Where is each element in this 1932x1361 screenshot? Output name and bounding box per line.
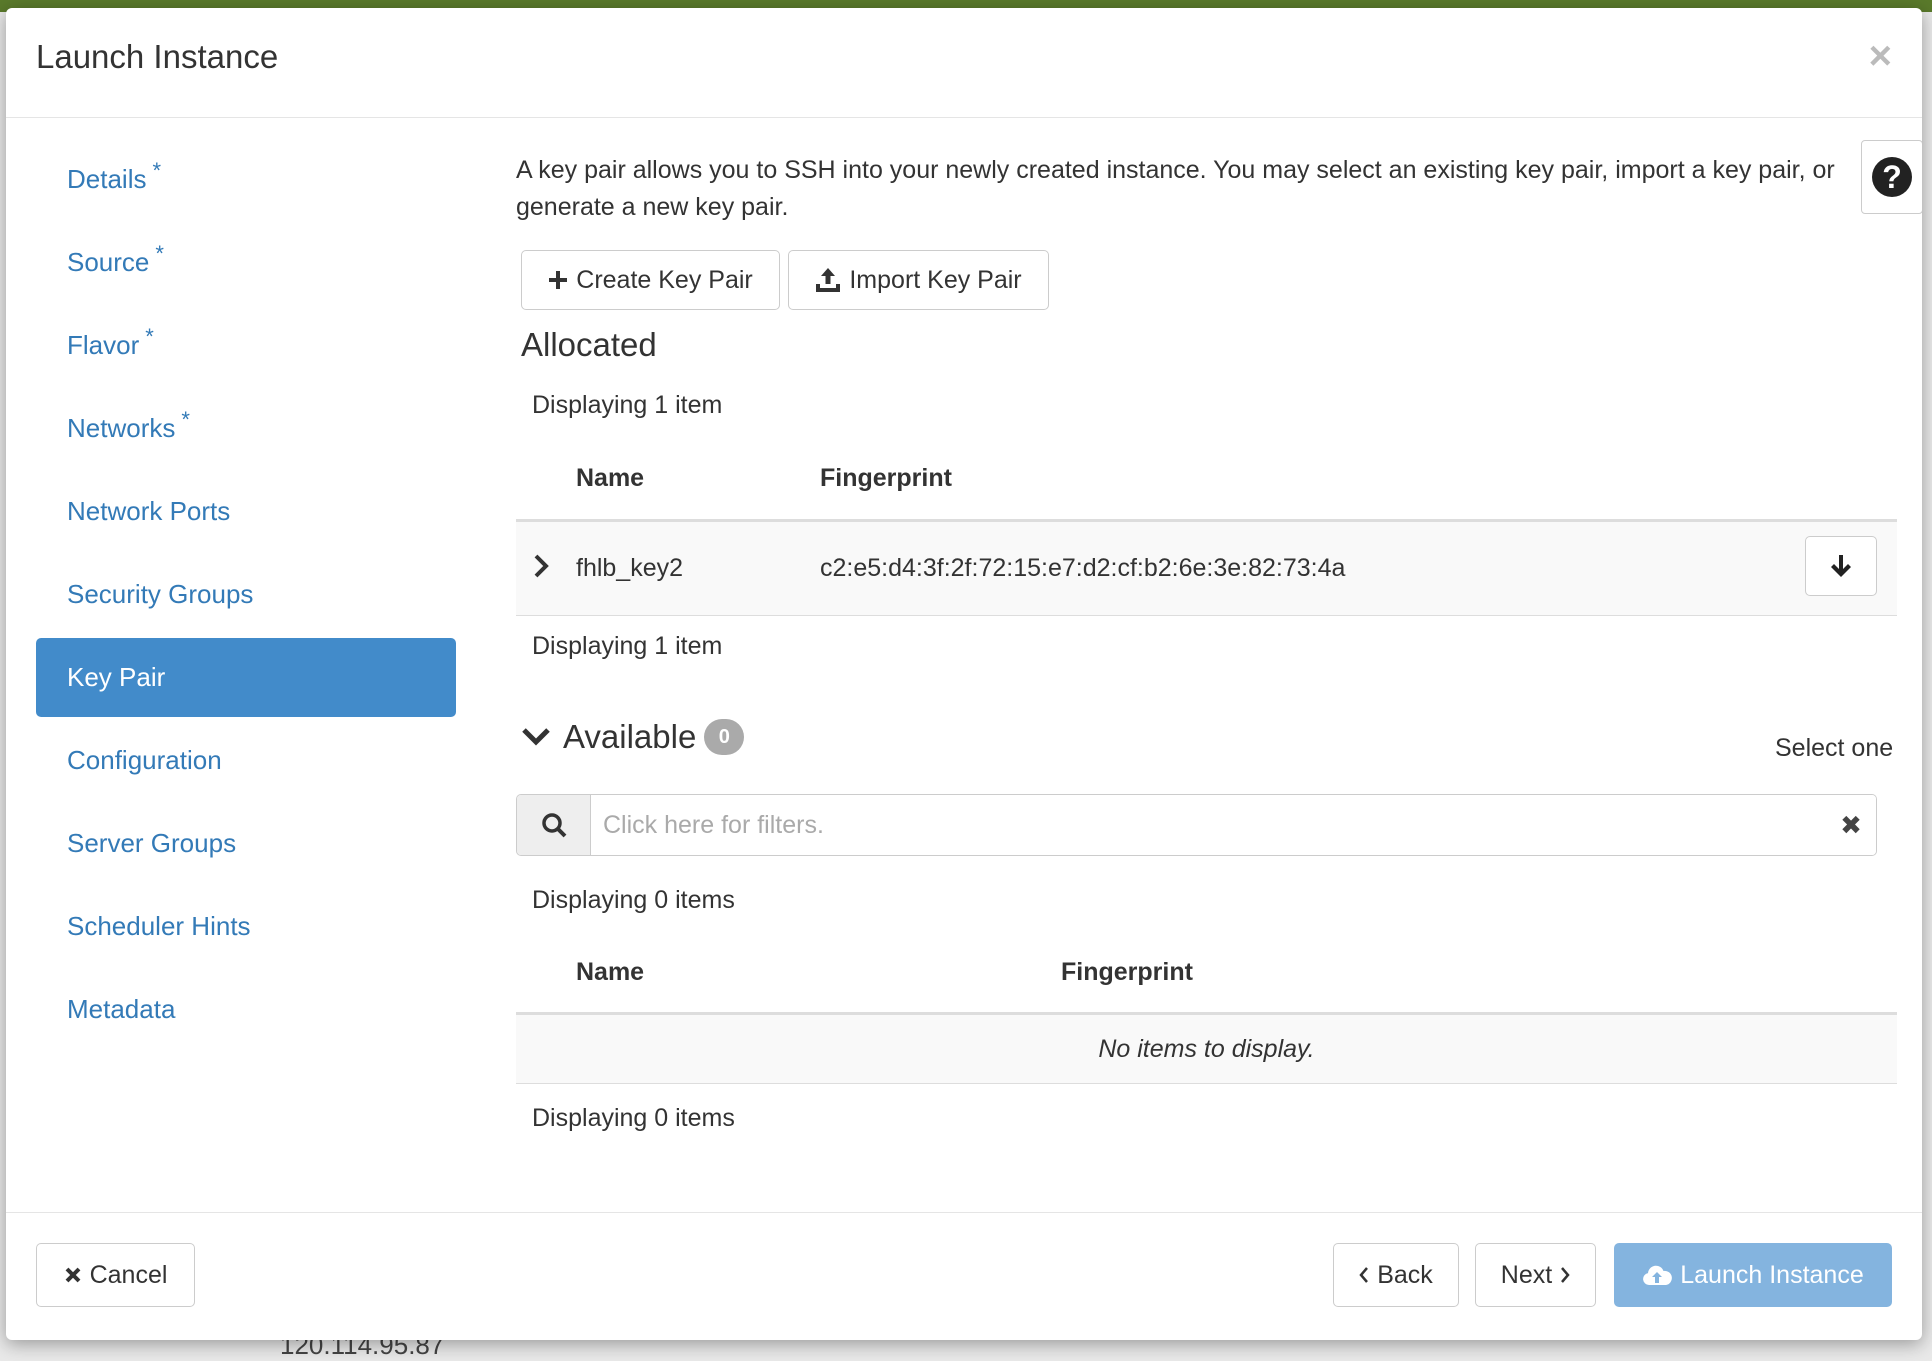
chevron-down-icon — [522, 728, 550, 746]
key-fingerprint: c2:e5:d4:3f:2f:72:15:e7:d2:cf:b2:6e:3e:8… — [820, 554, 1346, 582]
sidebar-item-details[interactable]: Details * — [36, 140, 456, 219]
intro-text: A key pair allows you to SSH into your n… — [516, 156, 1835, 221]
wizard-sidebar: Details * Source * Flavor * Networks * Netwo… — [36, 140, 456, 1053]
plus-icon — [549, 271, 568, 289]
search-icon — [541, 813, 566, 838]
upload-icon — [816, 268, 841, 292]
allocated-col-name: Name — [576, 464, 645, 492]
sidebar-item-networks[interactable]: Networks * — [36, 389, 456, 468]
arrow-down-icon — [1831, 555, 1851, 577]
filter-search-bar: ✖ — [516, 794, 1877, 856]
sidebar-item-network-ports[interactable]: Network Ports — [36, 472, 456, 551]
modal-footer: Cancel Back Next Launch Instance — [6, 1212, 1922, 1340]
sidebar-item-metadata[interactable]: Metadata — [36, 970, 456, 1049]
launch-instance-modal: Launch Instance × Details * Source * Flavo… — [6, 8, 1922, 1340]
search-addon — [517, 795, 591, 855]
question-icon: ? — [1872, 157, 1912, 197]
deallocate-button[interactable] — [1805, 536, 1877, 596]
required-asterisk: * — [152, 158, 162, 184]
cancel-button[interactable]: Cancel — [36, 1243, 195, 1307]
allocated-heading: Allocated — [521, 326, 657, 363]
sidebar-item-configuration[interactable]: Configuration — [36, 721, 456, 800]
available-count-badge: 0 — [704, 719, 745, 755]
create-key-pair-button[interactable]: Create Key Pair — [521, 250, 780, 310]
table-row: fhlb_key2 c2:e5:d4:3f:2f:72:15:e7:d2:cf:… — [516, 522, 1897, 616]
sidebar-item-server-groups[interactable]: Server Groups — [36, 804, 456, 883]
key-pair-panel: A key pair allows you to SSH into your n… — [516, 140, 1922, 1190]
close-icon[interactable]: × — [1869, 36, 1892, 76]
sidebar-item-key-pair[interactable]: Key Pair — [36, 638, 456, 717]
available-count-bottom: Displaying 0 items — [532, 1104, 735, 1132]
select-one-hint: Select one — [1775, 734, 1894, 762]
modal-title: Launch Instance — [36, 38, 279, 75]
empty-message: No items to display. — [1098, 1035, 1315, 1063]
required-asterisk: * — [181, 407, 190, 433]
available-heading[interactable]: Available 0 — [521, 718, 745, 756]
search-input[interactable] — [591, 795, 1826, 855]
allocated-col-fingerprint: Fingerprint — [820, 464, 952, 492]
close-icon — [65, 1267, 80, 1283]
available-col-name: Name — [576, 958, 645, 986]
allocated-count-top: Displaying 1 item — [532, 391, 723, 419]
chevron-left-icon — [1359, 1267, 1369, 1283]
available-count-top: Displaying 0 items — [532, 886, 735, 914]
back-button[interactable]: Back — [1333, 1243, 1459, 1307]
sidebar-item-security-groups[interactable]: Security Groups — [36, 555, 456, 634]
cloud-upload-icon — [1643, 1265, 1673, 1285]
key-name: fhlb_key2 — [576, 554, 684, 582]
sidebar-item-scheduler-hints[interactable]: Scheduler Hints — [36, 887, 456, 966]
import-key-pair-button[interactable]: Import Key Pair — [788, 250, 1049, 310]
empty-table-row: No items to display. — [516, 1015, 1897, 1084]
allocated-count-bottom: Displaying 1 item — [532, 632, 723, 660]
required-asterisk: * — [155, 241, 164, 267]
clear-filter-icon[interactable]: ✖ — [1826, 795, 1876, 855]
chevron-right-icon[interactable] — [534, 554, 550, 578]
required-asterisk: * — [145, 324, 154, 350]
chevron-right-icon — [1561, 1267, 1570, 1283]
launch-instance-button[interactable]: Launch Instance — [1614, 1243, 1892, 1307]
available-col-fingerprint: Fingerprint — [1061, 958, 1193, 986]
sidebar-item-flavor[interactable]: Flavor * — [36, 306, 456, 385]
next-button[interactable]: Next — [1475, 1243, 1596, 1307]
sidebar-item-source[interactable]: Source * — [36, 223, 456, 302]
help-button[interactable]: ? — [1861, 140, 1922, 214]
modal-header: Launch Instance × — [6, 8, 1922, 118]
